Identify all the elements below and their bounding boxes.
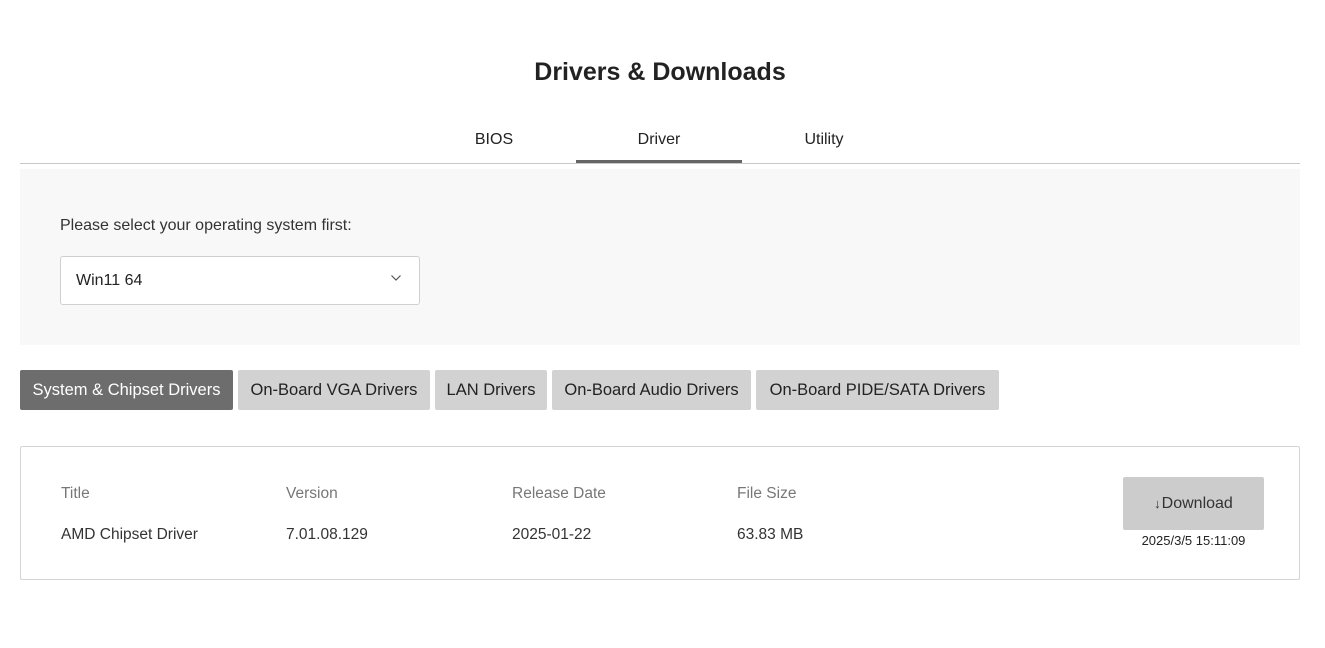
download-button-label: Download	[1161, 495, 1233, 512]
tab-utility[interactable]: Utility	[741, 118, 907, 160]
tab-driver[interactable]: Driver	[576, 118, 742, 163]
header-title: Title	[61, 485, 90, 502]
driver-version: 7.01.08.129	[286, 526, 368, 543]
chevron-down-icon	[391, 275, 401, 281]
header-version: Version	[286, 485, 338, 502]
tab-bios[interactable]: BIOS	[411, 118, 577, 160]
driver-release-date: 2025-01-22	[512, 526, 592, 543]
category-onboard-pide-sata[interactable]: On-Board PIDE/SATA Drivers	[756, 370, 999, 410]
page-title: Drivers & Downloads	[534, 58, 786, 86]
category-onboard-vga[interactable]: On-Board VGA Drivers	[238, 370, 430, 410]
os-select-label: Please select your operating system firs…	[60, 217, 352, 234]
download-button[interactable]: ↓Download	[1123, 477, 1264, 530]
os-select-dropdown[interactable]: Win11 64	[60, 256, 420, 305]
driver-file-size: 63.83 MB	[737, 526, 804, 543]
download-arrow-icon: ↓	[1154, 496, 1161, 511]
driver-title: AMD Chipset Driver	[61, 526, 198, 543]
os-selection-panel: Please select your operating system firs…	[20, 169, 1300, 345]
header-release-date: Release Date	[512, 485, 606, 502]
download-timestamp: 2025/3/5 15:11:09	[1141, 533, 1246, 548]
main-tabs: BIOS Driver Utility	[20, 118, 1300, 164]
category-system-chipset[interactable]: System & Chipset Drivers	[20, 370, 233, 410]
category-onboard-audio[interactable]: On-Board Audio Drivers	[552, 370, 751, 410]
header-file-size: File Size	[737, 485, 797, 502]
table-row: Title Version Release Date File Size AMD…	[20, 446, 1300, 580]
os-selected-value: Win11 64	[76, 272, 143, 289]
drivers-downloads-page: Drivers & Downloads BIOS Driver Utility …	[0, 0, 1325, 648]
category-lan[interactable]: LAN Drivers	[435, 370, 547, 410]
